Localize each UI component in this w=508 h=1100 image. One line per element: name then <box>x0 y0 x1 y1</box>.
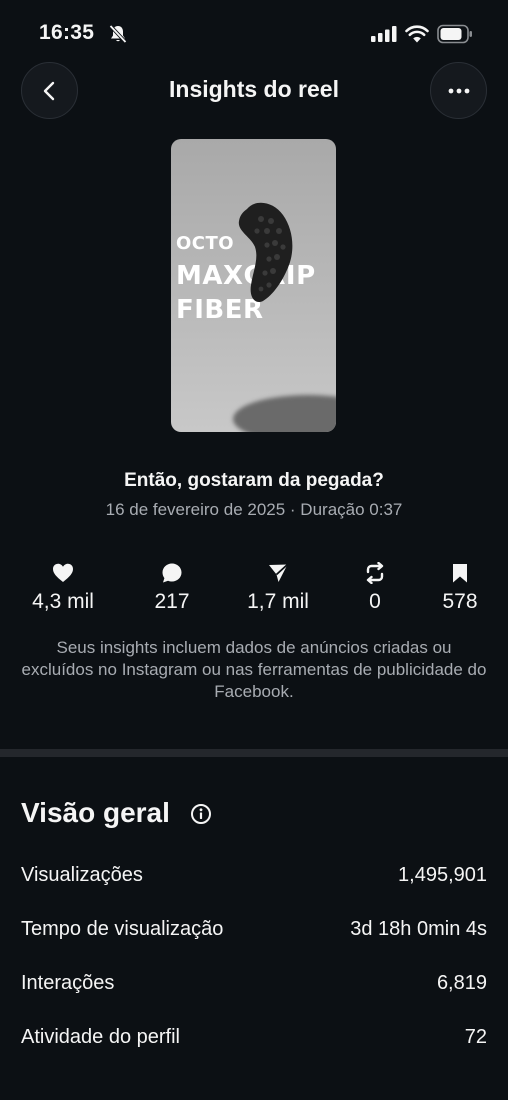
stat-comments: 217 <box>112 562 232 614</box>
heart-icon <box>53 563 73 582</box>
row-label: Tempo de visualização <box>21 918 224 940</box>
row-label: Interações <box>21 972 115 994</box>
overview-row-watch-time[interactable]: Tempo de visualização 3d 18h 0min 4s <box>21 918 487 946</box>
overview-row-interactions[interactable]: Interações 6,819 <box>21 972 487 1000</box>
battery-icon <box>437 24 472 44</box>
row-value: 3d 18h 0min 4s <box>350 918 487 940</box>
cellular-signal-icon <box>371 26 397 42</box>
row-value: 1,495,901 <box>398 864 487 886</box>
more-options-button[interactable] <box>430 62 487 119</box>
likes-count: 4,3 mil <box>32 590 94 613</box>
overview-title: Visão geral <box>21 797 170 828</box>
stat-likes: 4,3 mil <box>3 562 123 614</box>
reel-caption: Então, gostaram da pegada? <box>124 470 384 491</box>
reel-meta: 16 de fevereiro de 2025 · Duração 0:37 <box>105 500 403 519</box>
info-icon[interactable] <box>190 803 212 825</box>
row-value: 72 <box>464 1026 487 1048</box>
more-horizontal-icon <box>448 88 469 93</box>
row-label: Atividade do perfil <box>21 1026 180 1048</box>
row-label: Visualizações <box>21 864 143 886</box>
share-icon <box>269 563 289 582</box>
shoe-shadow <box>233 395 336 432</box>
wifi-icon <box>405 25 429 43</box>
repost-icon <box>366 562 384 584</box>
bookmark-icon <box>453 564 467 583</box>
shoe-sole-image <box>238 202 293 303</box>
overview-row-views[interactable]: Visualizações 1,495,901 <box>21 864 487 892</box>
stat-saves: 578 <box>400 562 508 614</box>
status-time: 16:35 <box>39 21 95 44</box>
status-bar: 16:35 <box>0 0 508 64</box>
insights-notice: Seus insights incluem dados de anúncios … <box>21 638 487 701</box>
comments-count: 217 <box>154 590 190 613</box>
thumbnail-text-line-1: OCTO <box>176 233 235 254</box>
row-value: 6,819 <box>436 972 487 994</box>
engagement-stats: 4,3 mil 217 1,7 mil 0 578 <box>0 562 508 622</box>
bell-slash-icon <box>109 24 127 44</box>
reel-thumbnail[interactable]: OCTO MAXGRIP FIBER <box>171 139 336 432</box>
section-divider <box>0 749 508 757</box>
saves-count: 578 <box>442 590 478 613</box>
comment-icon <box>162 563 182 583</box>
overview-row-profile-activity[interactable]: Atividade do perfil 72 <box>21 1026 487 1054</box>
